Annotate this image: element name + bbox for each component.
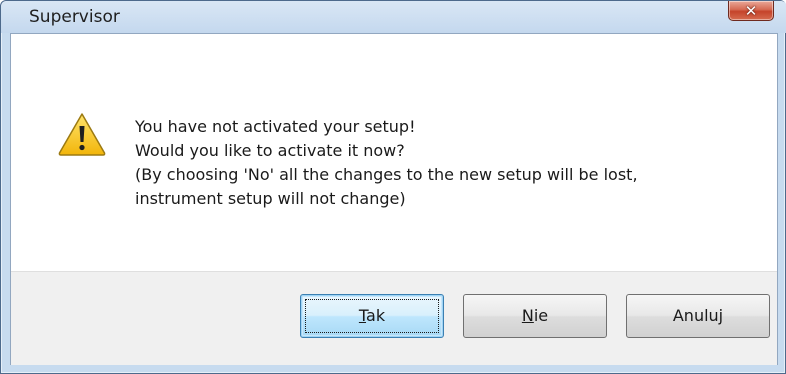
cancel-button-label: Anuluj: [672, 306, 724, 325]
yes-button[interactable]: Tak: [300, 294, 444, 338]
message-text: You have not activated your setup! Would…: [135, 115, 775, 211]
message-line: You have not activated your setup!: [135, 117, 416, 136]
dialog-content: You have not activated your setup! Would…: [10, 33, 778, 365]
title-bar[interactable]: Supervisor ✕: [1, 1, 786, 33]
yes-mnemonic: T: [358, 306, 367, 325]
no-button[interactable]: Nie: [463, 294, 607, 338]
no-button-label: Nie: [522, 306, 548, 325]
no-label-rest: ie: [533, 306, 549, 325]
yes-button-label: Tak: [359, 306, 385, 325]
no-mnemonic: N: [521, 306, 534, 325]
dialog-window: Supervisor ✕ You have not activated your…: [0, 0, 786, 374]
cancel-button[interactable]: Anuluj: [626, 294, 770, 338]
message-area: You have not activated your setup! Would…: [11, 34, 777, 271]
close-button[interactable]: ✕: [728, 1, 774, 21]
message-line: Would you like to activate it now?: [135, 141, 405, 160]
window-title: Supervisor: [29, 7, 120, 27]
message-line: (By choosing 'No' all the changes to the…: [135, 165, 638, 184]
button-bar: Tak Nie Anuluj: [11, 271, 777, 365]
warning-icon: [58, 113, 106, 156]
yes-label-rest: ak: [366, 306, 386, 325]
close-icon: ✕: [744, 2, 758, 20]
message-line: instrument setup will not change): [135, 189, 406, 208]
